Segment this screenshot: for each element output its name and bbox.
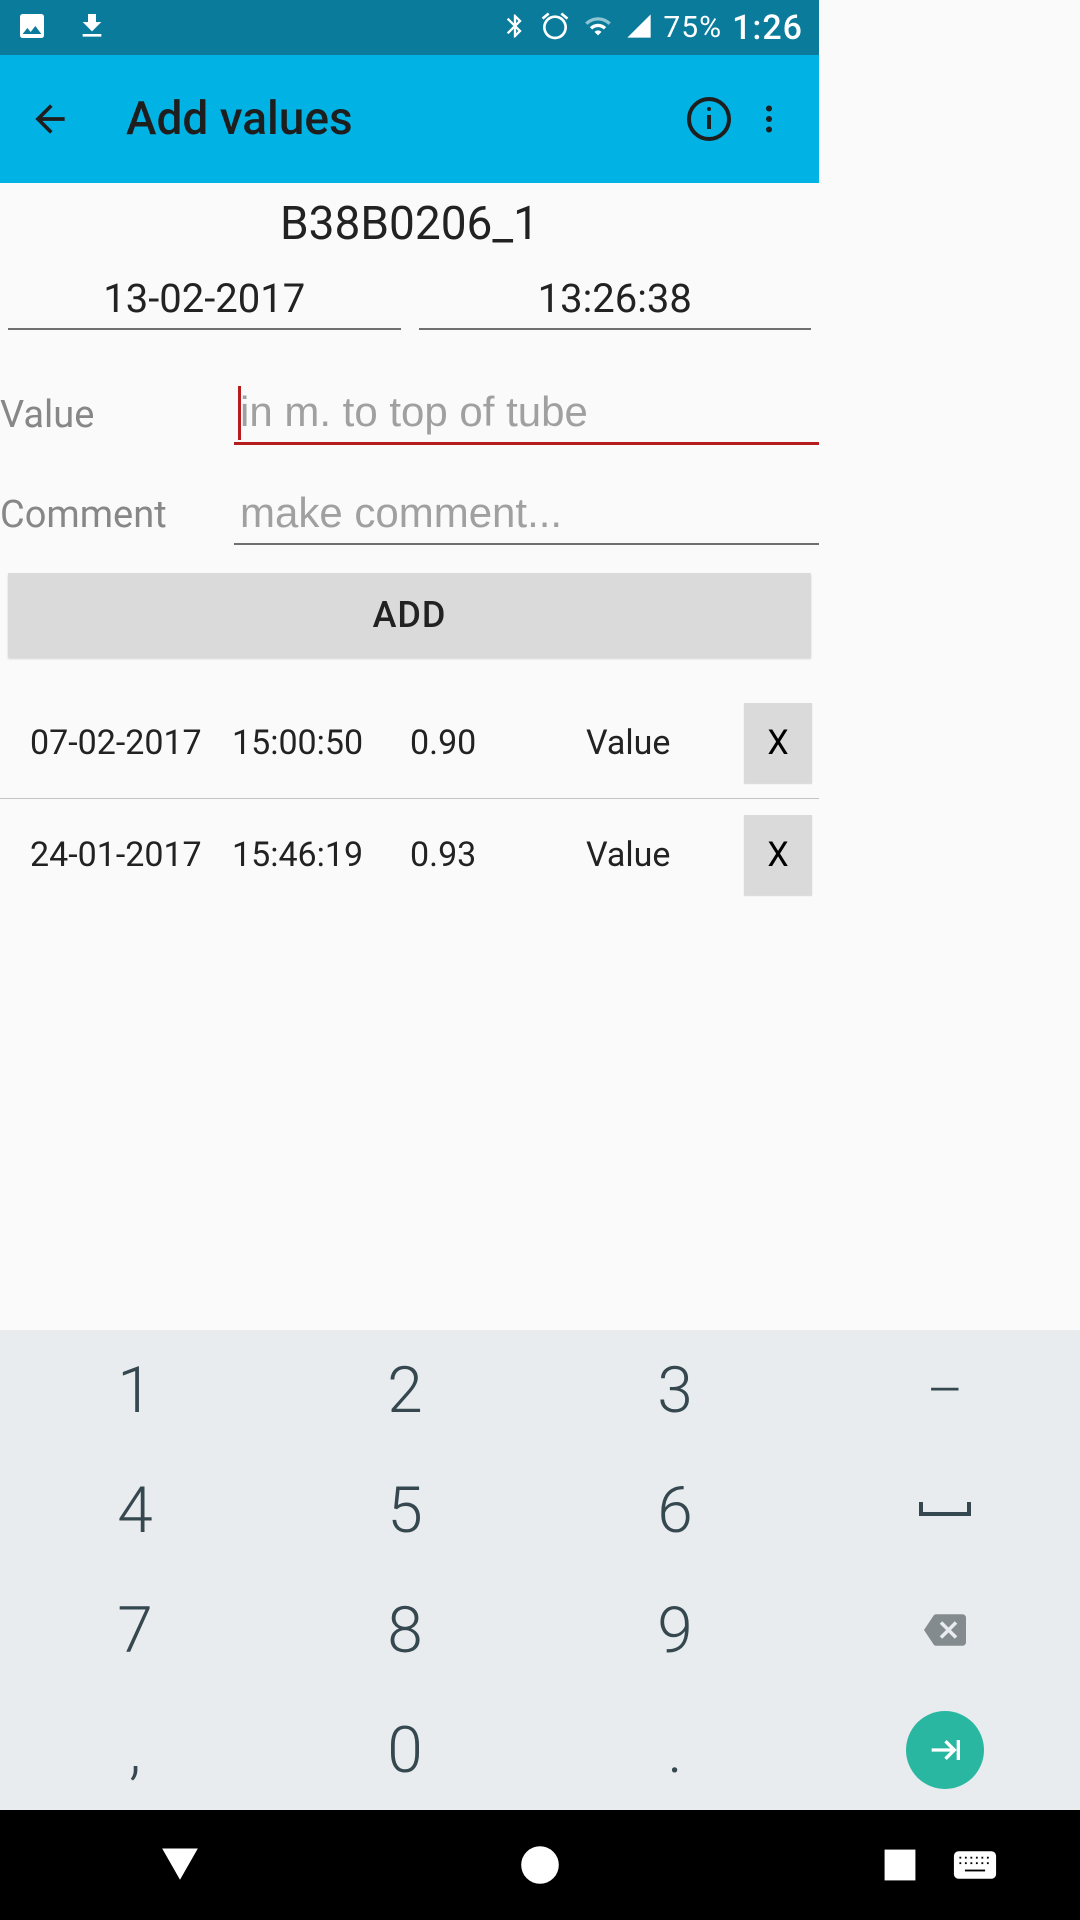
page-title: Add values	[126, 92, 679, 146]
comment-input[interactable]	[234, 485, 819, 545]
navigation-bar	[0, 1810, 1080, 1920]
status-time: 1:26	[732, 8, 803, 48]
nav-ime-button[interactable]	[900, 1849, 1050, 1881]
delete-button[interactable]: X	[744, 703, 812, 783]
text-cursor	[238, 386, 241, 440]
date-field[interactable]: 13-02-2017	[8, 275, 401, 330]
download-icon	[76, 10, 108, 46]
key-backspace[interactable]	[810, 1570, 1080, 1690]
comment-label: Comment	[0, 493, 234, 545]
history-value: 0.90	[410, 723, 586, 763]
key-comma[interactable]: ,	[0, 1690, 270, 1810]
record-id: B38B0206_1	[0, 183, 819, 275]
key-minus[interactable]: –	[810, 1330, 1080, 1450]
history-value: 0.93	[410, 835, 586, 875]
picture-icon	[16, 10, 48, 46]
key-2[interactable]: 2	[270, 1330, 540, 1450]
key-9[interactable]: 9	[540, 1570, 810, 1690]
overflow-menu-button[interactable]	[739, 97, 799, 141]
value-input[interactable]	[234, 384, 819, 445]
key-3[interactable]: 3	[540, 1330, 810, 1450]
nav-home-button[interactable]	[465, 1843, 615, 1887]
key-space[interactable]	[810, 1450, 1080, 1570]
numeric-keyboard: 1 2 3 – 4 5 6 7 8 9 , 0 .	[0, 1330, 1080, 1810]
key-period[interactable]: .	[540, 1690, 810, 1810]
time-field[interactable]: 13:26:38	[419, 275, 812, 330]
key-6[interactable]: 6	[540, 1450, 810, 1570]
key-7[interactable]: 7	[0, 1570, 270, 1690]
bluetooth-icon	[501, 10, 529, 46]
list-item[interactable]: 24-01-2017 15:46:19 0.93 Value X	[0, 799, 819, 911]
history-time: 15:46:19	[232, 835, 410, 875]
back-button[interactable]	[20, 97, 80, 141]
signal-icon	[625, 12, 653, 44]
history-date: 24-01-2017	[30, 835, 232, 875]
main-content: B38B0206_1 13-02-2017 13:26:38 Value Com…	[0, 183, 819, 911]
history-label: Value	[586, 723, 744, 763]
status-bar: 75% 1:26	[0, 0, 819, 55]
wifi-icon	[581, 12, 615, 44]
key-4[interactable]: 4	[0, 1450, 270, 1570]
history-time: 15:00:50	[232, 723, 410, 763]
history-date: 07-02-2017	[30, 723, 232, 763]
key-0[interactable]: 0	[270, 1690, 540, 1810]
history-label: Value	[586, 835, 744, 875]
alarm-icon	[539, 10, 571, 46]
info-button[interactable]	[679, 95, 739, 143]
delete-button[interactable]: X	[744, 815, 812, 895]
key-8[interactable]: 8	[270, 1570, 540, 1690]
app-bar: Add values	[0, 55, 819, 183]
value-label: Value	[0, 393, 234, 445]
history-list: 07-02-2017 15:00:50 0.90 Value X 24-01-2…	[0, 687, 819, 911]
nav-back-button[interactable]	[105, 1843, 255, 1887]
battery-percent: 75%	[663, 10, 722, 45]
add-button[interactable]: ADD	[8, 573, 811, 657]
list-item[interactable]: 07-02-2017 15:00:50 0.90 Value X	[0, 687, 819, 799]
key-enter[interactable]	[810, 1690, 1080, 1810]
key-5[interactable]: 5	[270, 1450, 540, 1570]
key-1[interactable]: 1	[0, 1330, 270, 1450]
